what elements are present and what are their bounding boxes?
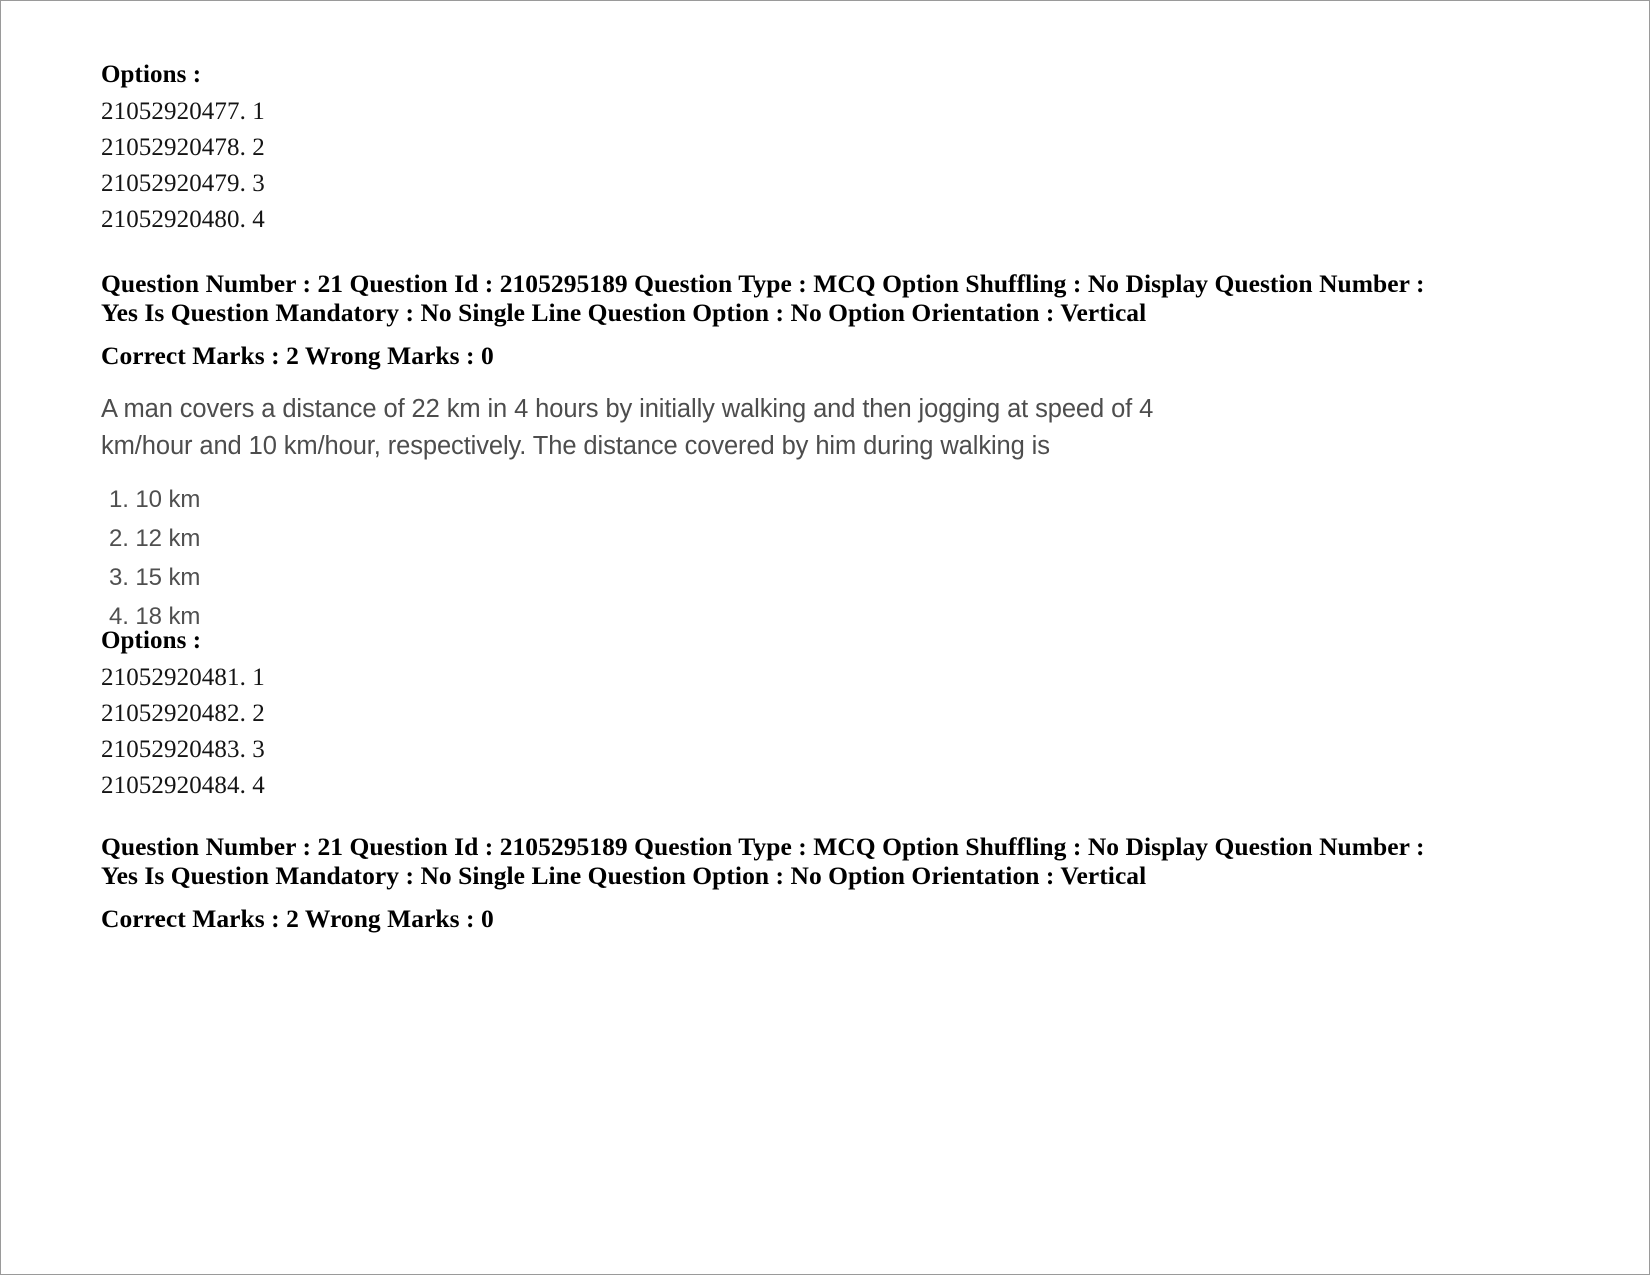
- options-heading: Options :: [101, 627, 202, 654]
- option-id-item: 21052920482. 2: [101, 700, 265, 727]
- question-metadata-text: Question Number : 21 Question Id : 21052…: [101, 269, 1425, 327]
- question-text-line-2: km/hour and 10 km/hour, respectively. Th…: [101, 432, 1050, 460]
- question-body: A man covers a distance of 22 km in 4 ho…: [101, 391, 1221, 465]
- question-metadata-text: Question Number : 21 Question Id : 21052…: [101, 832, 1425, 890]
- option-id-item: 21052920481. 1: [101, 664, 265, 691]
- options-block-previous-question: Options : 21052920477. 1 21052920478. 2 …: [101, 61, 265, 242]
- answer-choice-item: 3. 15 km: [109, 564, 201, 591]
- question-metadata-block-top: Question Number : 21 Question Id : 21052…: [101, 269, 1441, 371]
- option-id-item: 21052920480. 4: [101, 206, 265, 233]
- option-id-item: 21052920478. 2: [101, 134, 265, 161]
- options-block-current-question: Options : 21052920481. 1 21052920482. 2 …: [101, 627, 265, 808]
- question-marks-text: Correct Marks : 2 Wrong Marks : 0: [101, 341, 494, 370]
- question-marks-text: Correct Marks : 2 Wrong Marks : 0: [101, 904, 494, 933]
- answer-choice-item: 2. 12 km: [109, 525, 201, 552]
- answer-choice-list: 1. 10 km 2. 12 km 3. 15 km 4. 18 km: [109, 486, 200, 642]
- options-heading: Options :: [101, 61, 202, 88]
- option-id-item: 21052920483. 3: [101, 736, 265, 763]
- answer-choice-item: 1. 10 km: [109, 486, 201, 513]
- option-id-item: 21052920479. 3: [101, 170, 265, 197]
- option-id-item: 21052920484. 4: [101, 772, 265, 799]
- question-text-line-1: A man covers a distance of 22 km in 4 ho…: [101, 395, 1154, 423]
- exam-question-page: Options : 21052920477. 1 21052920478. 2 …: [0, 0, 1650, 1275]
- question-metadata-block-bottom: Question Number : 21 Question Id : 21052…: [101, 832, 1441, 934]
- option-id-item: 21052920477. 1: [101, 98, 265, 125]
